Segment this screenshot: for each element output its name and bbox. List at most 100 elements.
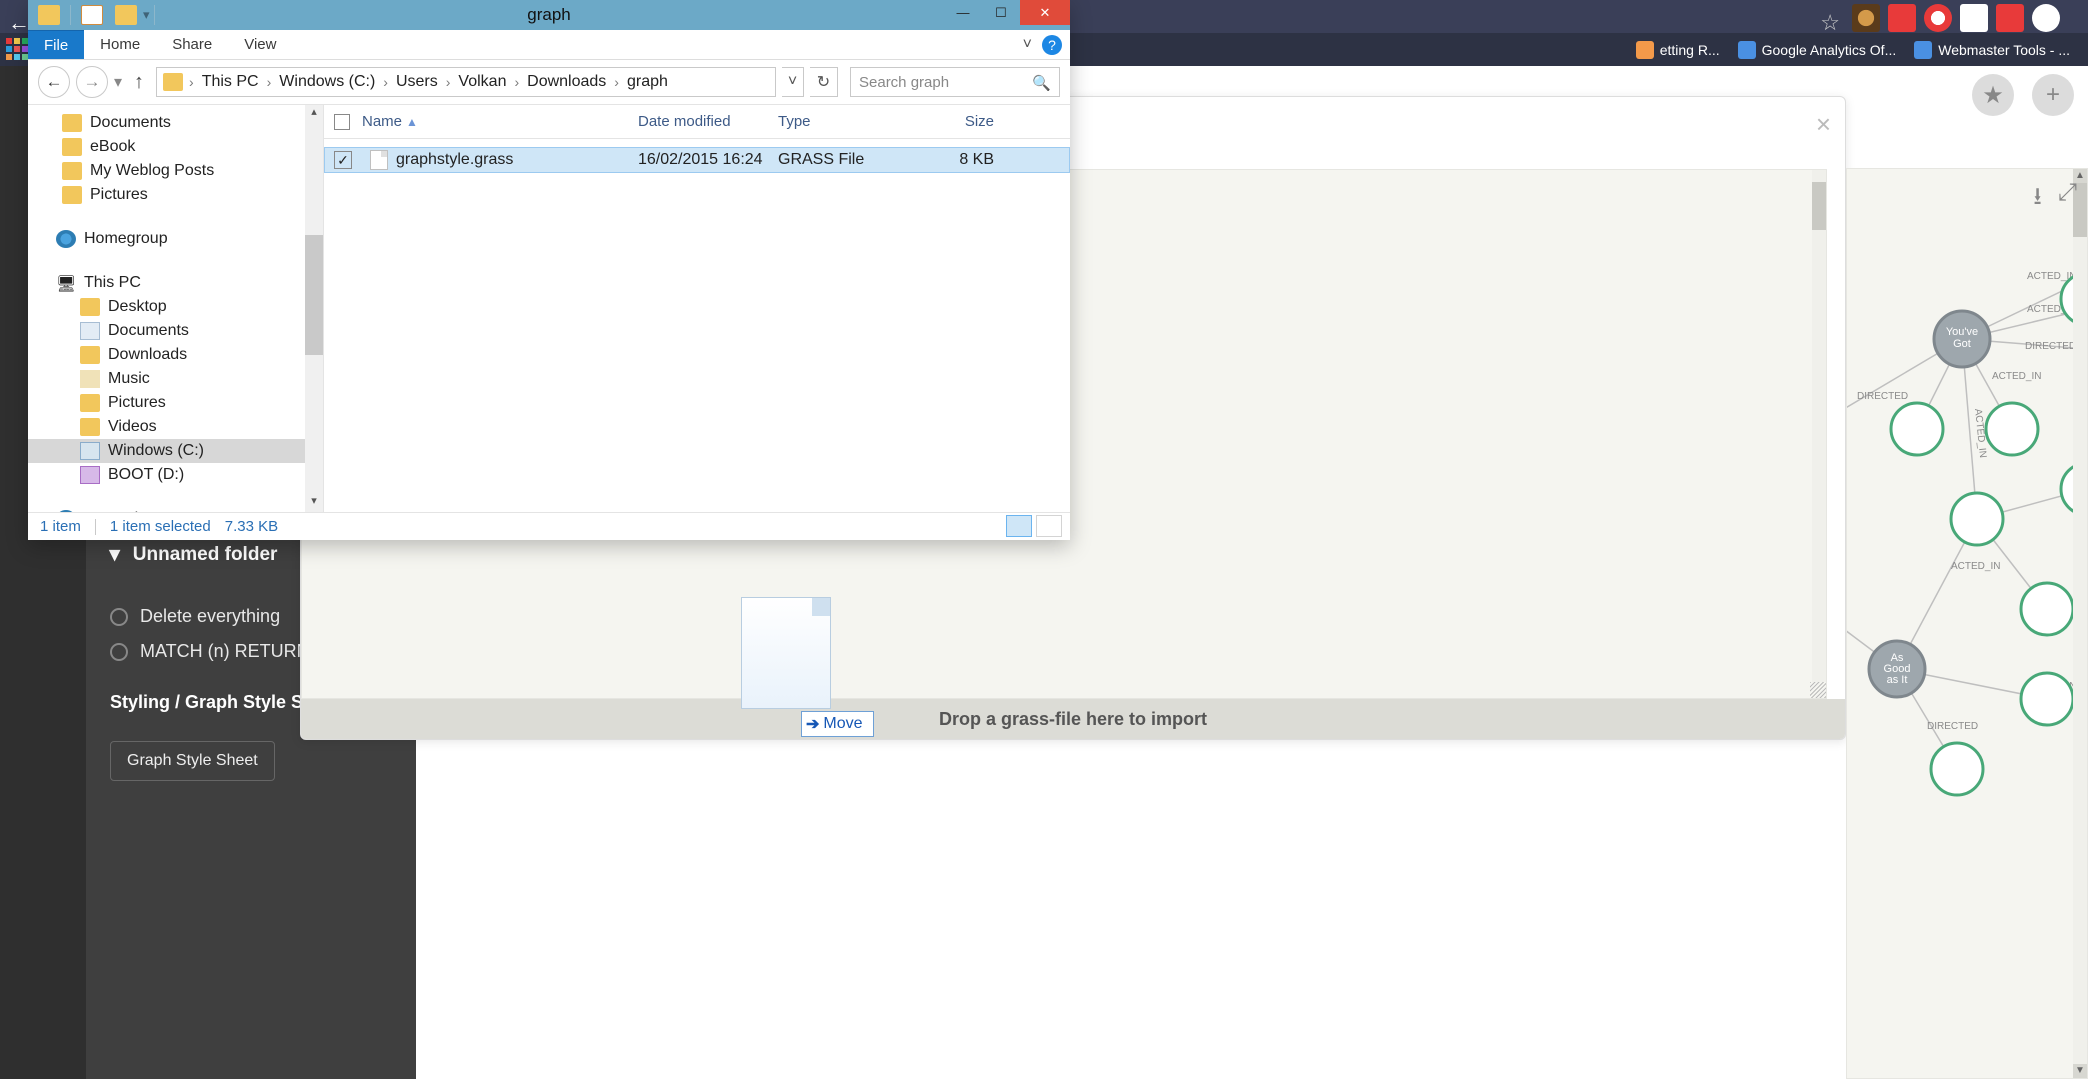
tree-item[interactable]: BOOT (D:) — [28, 463, 323, 487]
chevron-down-icon[interactable]: ▾ — [143, 7, 150, 23]
tab-file[interactable]: File — [28, 30, 84, 59]
nav-up-button[interactable]: ↑ — [128, 71, 150, 94]
favicon-icon — [1738, 41, 1756, 59]
tab-home[interactable]: Home — [84, 30, 156, 59]
tree-item-homegroup[interactable]: Homegroup — [28, 227, 323, 251]
extension-icon[interactable] — [1852, 4, 1880, 32]
resize-handle-icon[interactable] — [1810, 682, 1826, 698]
folder-icon — [62, 138, 82, 156]
breadcrumb-item[interactable]: Volkan — [452, 73, 512, 91]
bookmark-item[interactable]: Webmaster Tools - ... — [1914, 41, 2070, 59]
graph-style-sheet-button[interactable]: Graph Style Sheet — [110, 741, 275, 781]
status-bar: 1 item 1 item selected 7.33 KB — [28, 512, 1070, 540]
breadcrumb-item[interactable]: This PC — [196, 73, 265, 91]
minimize-button[interactable]: — — [944, 0, 982, 25]
documents-icon — [80, 322, 100, 340]
scrollbar[interactable]: ▴▾ — [305, 105, 323, 512]
maximize-button[interactable]: ☐ — [982, 0, 1020, 25]
tree-item[interactable]: eBook — [28, 135, 323, 159]
address-bar[interactable]: › This PC› Windows (C:)› Users› Volkan› … — [156, 67, 776, 97]
column-name[interactable]: Name▲ — [362, 113, 638, 130]
tree-item[interactable]: Videos — [28, 415, 323, 439]
result-toolbar: ★ + — [1972, 74, 2088, 116]
extension-icon[interactable] — [1888, 4, 1916, 32]
breadcrumb-item[interactable]: Downloads — [521, 73, 612, 91]
chevron-down-icon: ▶ — [107, 550, 124, 561]
search-input[interactable]: Search graph 🔍 — [850, 67, 1060, 97]
breadcrumb-item[interactable]: Users — [390, 73, 444, 91]
window-title: graph — [28, 5, 1070, 25]
address-dropdown[interactable]: ˅ — [782, 67, 804, 97]
expand-icon[interactable]: ⤢ — [2058, 179, 2077, 220]
download-icon[interactable]: ⭳ — [2033, 179, 2041, 220]
ribbon-tabs: File Home Share View ˅ ? — [28, 30, 1070, 60]
drive-icon — [80, 442, 100, 460]
chevron-right-icon[interactable]: › — [444, 74, 453, 90]
row-checkbox[interactable]: ✓ — [334, 151, 352, 169]
folder-icon — [80, 394, 100, 412]
window-titlebar[interactable]: ▾ graph — ☐ ✕ — [28, 0, 1070, 30]
help-icon[interactable]: ? — [1042, 35, 1062, 55]
extension-icon[interactable] — [1924, 4, 1952, 32]
extension-icon[interactable] — [1996, 4, 2024, 32]
tab-view[interactable]: View — [228, 30, 292, 59]
tree-item[interactable]: Pictures — [28, 391, 323, 415]
search-icon: 🔍 — [1032, 74, 1051, 92]
radio-icon — [110, 608, 128, 626]
close-icon[interactable]: × — [1816, 109, 1831, 140]
bookmark-item[interactable]: Google Analytics Of... — [1738, 41, 1897, 59]
drag-ghost-file-icon — [741, 597, 841, 717]
chevron-right-icon[interactable]: › — [187, 74, 196, 90]
graph-canvas[interactable]: ACTED_IN ACTED_IN ACTED_IN ACTED_IN DIRE… — [1847, 169, 2087, 809]
column-type[interactable]: Type — [778, 113, 914, 130]
refresh-button[interactable]: ↻ — [810, 67, 838, 97]
properties-icon[interactable] — [81, 5, 103, 25]
chevron-right-icon[interactable]: › — [265, 74, 274, 90]
apps-icon[interactable] — [6, 38, 30, 62]
folder-icon — [62, 114, 82, 132]
svg-text:as It: as It — [1887, 674, 1908, 686]
tree-item[interactable]: Pictures — [28, 183, 323, 207]
chevron-right-icon[interactable]: › — [612, 74, 621, 90]
select-all-checkbox[interactable] — [334, 114, 350, 130]
scrollbar[interactable]: ▲▼ — [2073, 169, 2087, 1078]
drop-target[interactable]: Drop a grass-file here to import — [301, 699, 1845, 739]
music-icon — [80, 370, 100, 388]
chevron-right-icon[interactable]: › — [512, 74, 521, 90]
nav-forward-button[interactable]: → — [76, 66, 108, 98]
new-folder-icon[interactable] — [115, 5, 137, 25]
chevron-right-icon[interactable]: › — [381, 74, 390, 90]
tree-item[interactable]: Downloads — [28, 343, 323, 367]
tree-item[interactable]: Music — [28, 367, 323, 391]
tree-item[interactable]: Desktop — [28, 295, 323, 319]
move-tooltip: ➔Move — [801, 711, 874, 737]
folder-icon — [62, 162, 82, 180]
file-row[interactable]: ✓ graphstyle.grass 16/02/2015 16:24 GRAS… — [324, 147, 1070, 173]
close-button[interactable]: ✕ — [1020, 0, 1070, 25]
nav-back-button[interactable]: ← — [38, 66, 70, 98]
folder-icon — [163, 73, 183, 91]
breadcrumb-item[interactable]: Windows (C:) — [273, 73, 381, 91]
plus-icon[interactable]: + — [2032, 74, 2074, 116]
column-modified[interactable]: Date modified — [638, 113, 778, 130]
chevron-down-icon[interactable]: ▾ — [114, 72, 122, 92]
file-listing: Name▲ Date modified Type Size ✓ graphsty… — [324, 105, 1070, 512]
extension-icon[interactable] — [2032, 4, 2060, 32]
scrollbar[interactable] — [1812, 170, 1826, 682]
tree-item-thispc[interactable]: This PC — [28, 271, 323, 295]
star-icon[interactable]: ★ — [1972, 74, 2014, 116]
tree-item-windows-c[interactable]: Windows (C:) — [28, 439, 323, 463]
chevron-down-icon[interactable]: ˅ — [1023, 36, 1032, 54]
folder-icon[interactable] — [38, 5, 60, 25]
extension-icon[interactable] — [1960, 4, 1988, 32]
svg-text:DIRECTED: DIRECTED — [1927, 721, 1978, 732]
tree-item[interactable]: Documents — [28, 319, 323, 343]
tree-item[interactable]: My Weblog Posts — [28, 159, 323, 183]
view-details-button[interactable] — [1006, 515, 1032, 537]
view-icons-button[interactable] — [1036, 515, 1062, 537]
column-size[interactable]: Size — [914, 113, 1008, 130]
tree-item[interactable]: Documents — [28, 111, 323, 135]
tab-share[interactable]: Share — [156, 30, 228, 59]
breadcrumb-item[interactable]: graph — [621, 73, 674, 91]
bookmark-item[interactable]: etting R... — [1636, 41, 1720, 59]
